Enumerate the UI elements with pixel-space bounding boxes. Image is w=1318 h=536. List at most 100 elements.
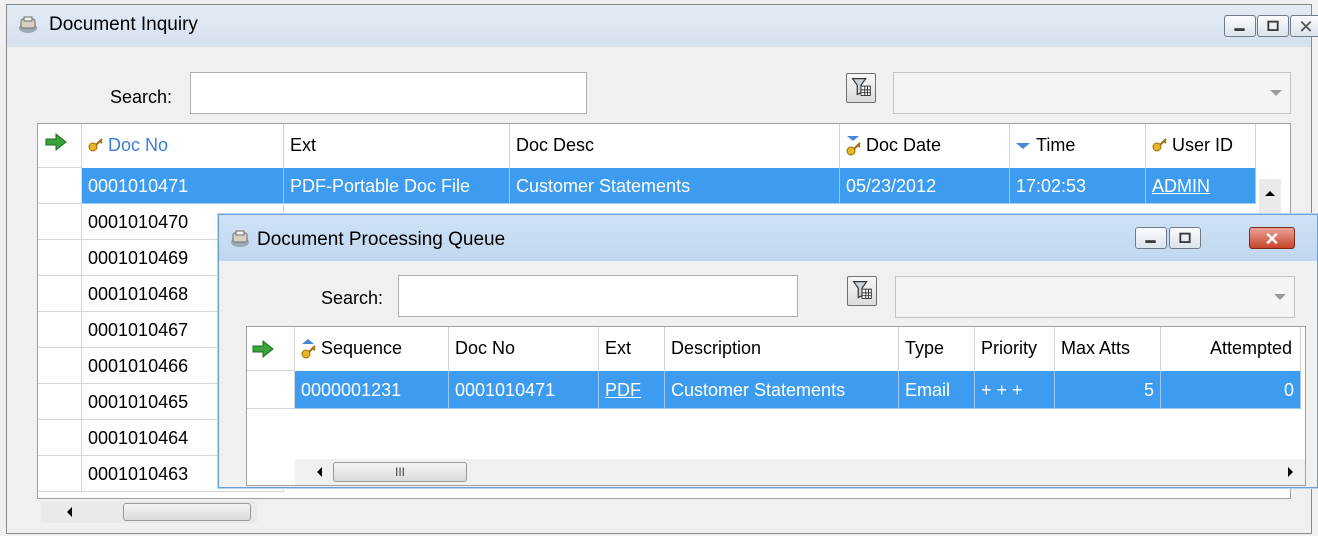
column-header-label: Attempted: [1209, 338, 1292, 358]
column-header-label: Doc Date: [866, 135, 942, 155]
maximize-button[interactable]: [1257, 15, 1289, 37]
filter-combo[interactable]: [895, 276, 1295, 318]
maximize-button[interactable]: [1169, 227, 1201, 249]
selected-table-cell[interactable]: 0: [1161, 371, 1301, 409]
row-header[interactable]: [38, 348, 82, 384]
selected-table-cell[interactable]: 0001010471: [449, 371, 599, 409]
column-header-ext[interactable]: Ext: [284, 124, 510, 168]
row-header[interactable]: [38, 384, 82, 420]
title-bar[interactable]: Document Processing Queue: [219, 215, 1317, 261]
column-header-label: Priority: [981, 338, 1038, 358]
restore-icon: [1179, 232, 1191, 243]
horizontal-scrollbar[interactable]: III: [295, 459, 1305, 485]
column-header-doc-date[interactable]: Doc Date: [840, 124, 1010, 168]
close-icon: [1266, 232, 1278, 245]
selected-table-cell[interactable]: Customer Statements: [510, 168, 840, 204]
column-header-priority[interactable]: Priority: [975, 327, 1055, 371]
key-icon: [86, 135, 104, 162]
selected-table-cell[interactable]: 0000001231: [295, 371, 449, 409]
selected-table-cell[interactable]: PDF: [599, 371, 665, 409]
selected-table-cell[interactable]: 05/23/2012: [840, 168, 1010, 204]
close-button[interactable]: [1290, 15, 1318, 37]
row-header[interactable]: [38, 204, 82, 240]
minimize-button[interactable]: [1135, 227, 1167, 249]
minimize-icon: [1145, 240, 1156, 243]
column-header-doc-desc[interactable]: Doc Desc: [510, 124, 840, 168]
search-input[interactable]: [398, 275, 798, 317]
dropdown-arrow-icon: [1270, 90, 1282, 96]
title-bar[interactable]: Document Inquiry: [7, 5, 1318, 47]
column-header-label: Max Atts: [1061, 338, 1131, 358]
queue-grid: III Sequence Doc No Ext Description Type Prio…: [246, 326, 1306, 486]
filter-grid-icon: [851, 78, 871, 96]
selected-table-cell[interactable]: ADMIN: [1146, 168, 1256, 204]
filter-button[interactable]: [846, 73, 876, 103]
app-icon: [19, 16, 37, 33]
arrow-right-icon: [45, 132, 67, 152]
scroll-left-icon: [317, 467, 322, 477]
row-header[interactable]: [38, 276, 82, 312]
row-header[interactable]: [38, 168, 82, 204]
filter-grid-icon: [852, 281, 872, 299]
column-header-label: User ID: [1172, 135, 1234, 155]
row-header-corner: [247, 327, 295, 371]
column-header-user-id[interactable]: User ID: [1146, 124, 1256, 168]
filter-button[interactable]: [847, 276, 877, 306]
vertical-scrollbar[interactable]: [1259, 179, 1281, 219]
column-header-label: Type: [905, 338, 945, 358]
column-header-label: Time: [1036, 135, 1076, 155]
search-label: Search:: [321, 288, 384, 308]
row-header[interactable]: [38, 456, 82, 492]
key-sort-desc-icon: [844, 135, 862, 162]
scroll-up-icon: [1265, 191, 1275, 196]
column-header-type[interactable]: Type: [899, 327, 975, 371]
row-header[interactable]: [38, 312, 82, 348]
column-header-time[interactable]: Time: [1010, 124, 1146, 168]
column-header-label: Ext: [605, 338, 632, 358]
column-header-attempted[interactable]: Attempted: [1161, 327, 1301, 371]
dropdown-arrow-icon: [1274, 294, 1286, 300]
selected-table-cell[interactable]: PDF-Portable Doc File: [284, 168, 510, 204]
search-label: Search:: [110, 87, 173, 107]
filter-combo[interactable]: [893, 72, 1291, 114]
column-header-doc-no[interactable]: Doc No: [449, 327, 599, 371]
window-title: Document Processing Queue: [257, 229, 506, 250]
column-header-doc-no[interactable]: Doc No: [82, 124, 284, 168]
column-header-ext[interactable]: Ext: [599, 327, 665, 371]
row-header[interactable]: [38, 420, 82, 456]
horizontal-scrollbar[interactable]: [41, 501, 257, 523]
minimize-icon: [1234, 28, 1245, 31]
scroll-thumb-grip: III: [394, 465, 405, 479]
minimize-button[interactable]: [1224, 15, 1256, 37]
arrow-right-icon: [252, 339, 274, 359]
column-header-label: Sequence: [321, 338, 403, 358]
column-header-label: Doc Desc: [516, 135, 595, 155]
restore-icon: [1267, 20, 1279, 31]
sort-desc-icon: [1014, 135, 1032, 162]
key-icon: [1150, 135, 1168, 162]
selected-table-cell[interactable]: 17:02:53: [1010, 168, 1146, 204]
column-header-label: Doc No: [108, 135, 169, 155]
row-header[interactable]: [247, 371, 295, 409]
scroll-thumb[interactable]: [123, 503, 251, 521]
search-input[interactable]: [190, 72, 587, 114]
key-sort-asc-icon: [299, 338, 317, 365]
column-header-description[interactable]: Description: [665, 327, 899, 371]
selected-table-cell[interactable]: Email: [899, 371, 975, 409]
selected-table-cell[interactable]: 5: [1055, 371, 1161, 409]
column-header-sequence[interactable]: Sequence: [295, 327, 449, 371]
row-header-corner: [38, 124, 82, 168]
window-title: Document Inquiry: [49, 14, 198, 35]
column-header-max-atts[interactable]: Max Atts: [1055, 327, 1161, 371]
selected-table-cell[interactable]: Customer Statements: [665, 371, 899, 409]
column-header-label: Description: [671, 338, 762, 358]
app-icon: [231, 230, 249, 247]
column-header-label: Doc No: [455, 338, 516, 358]
column-header-label: Ext: [290, 135, 317, 155]
scroll-left-icon: [67, 507, 72, 517]
scroll-thumb[interactable]: III: [333, 462, 467, 482]
selected-table-cell[interactable]: + + +: [975, 371, 1055, 409]
close-button[interactable]: [1249, 227, 1295, 249]
selected-table-cell[interactable]: 0001010471: [82, 168, 284, 204]
row-header[interactable]: [38, 240, 82, 276]
